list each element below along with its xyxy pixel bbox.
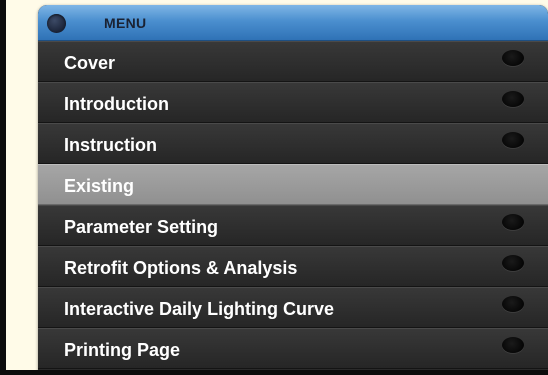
menu-panel: MENU Cover Introduction Instruction Exis… (38, 5, 548, 375)
status-dot-icon (502, 132, 524, 148)
menu-item-instruction[interactable]: Instruction (38, 123, 548, 164)
menu-list: Cover Introduction Instruction Existing … (38, 41, 548, 369)
menu-item-printing-page[interactable]: Printing Page (38, 328, 548, 369)
circle-icon (47, 14, 66, 33)
menu-item-interactive-daily-lighting-curve[interactable]: Interactive Daily Lighting Curve (38, 287, 548, 328)
menu-item-label: Existing (64, 176, 135, 196)
menu-item-label: Retrofit Options & Analysis (64, 258, 298, 278)
menu-item-introduction[interactable]: Introduction (38, 82, 548, 123)
menu-item-label: Printing Page (64, 340, 181, 360)
menu-item-label: Interactive Daily Lighting Curve (64, 299, 335, 319)
menu-item-cover[interactable]: Cover (38, 41, 548, 82)
menu-title: MENU (104, 15, 147, 31)
menu-item-existing[interactable]: Existing (38, 164, 548, 205)
status-dot-icon (502, 50, 524, 66)
menu-item-label: Instruction (64, 135, 157, 155)
menu-item-label: Introduction (64, 94, 169, 114)
status-dot-icon (502, 337, 524, 353)
menu-item-label: Cover (64, 53, 116, 73)
menu-item-parameter-setting[interactable]: Parameter Setting (38, 205, 548, 246)
status-dot-icon (502, 296, 524, 312)
status-dot-icon (502, 91, 524, 107)
window-edge (0, 0, 6, 375)
status-dot-icon (502, 214, 524, 230)
menu-item-retrofit-options[interactable]: Retrofit Options & Analysis (38, 246, 548, 287)
menu-item-label: Parameter Setting (64, 217, 219, 237)
status-dot-icon (502, 255, 524, 271)
window-edge-bottom (0, 370, 548, 375)
menu-header[interactable]: MENU (38, 5, 548, 41)
